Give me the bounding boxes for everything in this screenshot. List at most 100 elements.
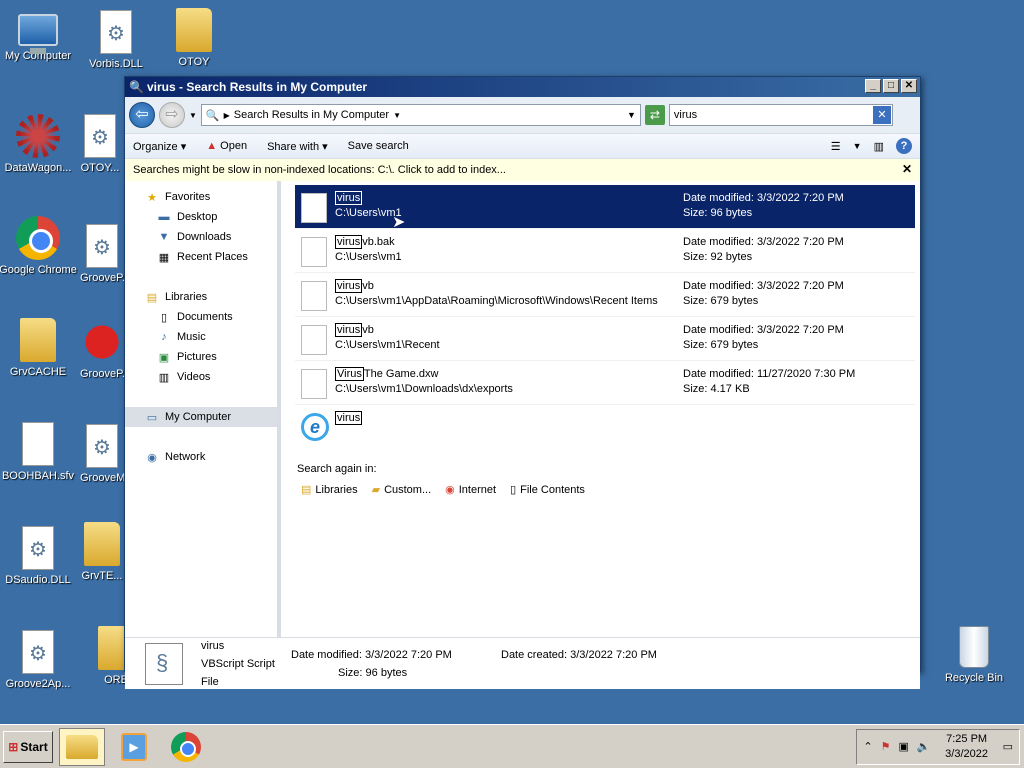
- clock[interactable]: 7:25 PM 3/3/2022: [939, 732, 995, 762]
- maximize-button[interactable]: □: [883, 79, 899, 93]
- search-again-internet[interactable]: ◉ Internet: [445, 483, 496, 497]
- breadcrumb-arrow-icon[interactable]: ▶: [224, 111, 230, 120]
- save-search-button[interactable]: Save search: [348, 140, 409, 152]
- desktop-icon-grvcache[interactable]: GrvCACHE: [0, 318, 78, 378]
- search-icon: 🔍: [205, 109, 220, 122]
- desktop-icon-label: BOOHBAH.sfv: [1, 470, 75, 482]
- clear-search-button[interactable]: ✕: [872, 106, 891, 124]
- desktop-icon-label: Google Chrome: [0, 264, 77, 276]
- back-button[interactable]: ⇦: [129, 102, 155, 128]
- desktop-icon-grvte[interactable]: GrvTE...: [80, 522, 124, 582]
- desktop-icon-label: GrooveP...: [80, 272, 124, 284]
- result-row[interactable]: virus C:\Users\vm1 Date modified: 3/3/20…: [295, 185, 915, 229]
- nav-music[interactable]: ♪ Music: [125, 327, 277, 347]
- show-desktop-icon[interactable]: ▭: [1003, 740, 1013, 753]
- result-date: Date modified: 3/3/2022 7:20 PM: [683, 324, 844, 336]
- desktop-icon-dsaudio-dll[interactable]: DSaudio.DLL: [0, 526, 78, 586]
- desktop-icon-label: OTOY: [178, 56, 210, 68]
- taskbar-chrome-button[interactable]: [163, 728, 209, 766]
- libraries-icon: ▤: [301, 484, 312, 496]
- search-again-file-contents[interactable]: ▯ File Contents: [510, 483, 585, 497]
- desktop-icon-groovem[interactable]: GrooveM...: [80, 424, 124, 484]
- volume-icon[interactable]: 🔈: [917, 740, 931, 753]
- index-info-bar[interactable]: Searches might be slow in non-indexed lo…: [125, 159, 920, 181]
- preview-pane-icon[interactable]: ▥: [874, 140, 884, 153]
- taskbar-explorer-button[interactable]: [59, 727, 105, 766]
- network-icon[interactable]: ▣: [898, 740, 908, 753]
- nav-pictures[interactable]: ▣ Pictures: [125, 347, 277, 367]
- desktop-icon-google-chrome[interactable]: Google Chrome: [0, 216, 78, 276]
- result-row[interactable]: Virus The Game.dxw C:\Users\vm1\Downloads…: [295, 361, 915, 405]
- help-icon[interactable]: ?: [896, 138, 912, 154]
- nav-label: Videos: [177, 371, 211, 383]
- refresh-button[interactable]: ⇄: [644, 105, 665, 125]
- desktop-icon-boohbah[interactable]: BOOHBAH.sfv: [0, 422, 78, 482]
- desktop-icon-label: GrooveM...: [80, 472, 124, 484]
- address-bar[interactable]: 🔍 ▶ Search Results in My Computer ▼ ▼: [200, 104, 641, 126]
- desktop-icon-datawagon[interactable]: DataWagon...: [0, 114, 78, 174]
- search-box[interactable]: ✕: [668, 104, 893, 126]
- result-row[interactable]: virus vb.bak C:\Users\vm1 Date modified: …: [295, 229, 915, 273]
- desktop-icon-groovep-2[interactable]: GrooveP...: [80, 320, 124, 380]
- desktop-icon-label: GrvTE...: [81, 570, 123, 582]
- result-row[interactable]: virus vb C:\Users\vm1\Recent Date modifie…: [295, 317, 915, 361]
- title-bar[interactable]: 🔍 virus - Search Results in My Computer …: [125, 77, 920, 97]
- taskbar-media-player-button[interactable]: ▶: [111, 728, 157, 766]
- result-name-match: virus: [335, 323, 363, 337]
- nav-desktop[interactable]: ▬ Desktop: [125, 207, 277, 227]
- desktop-icon-otoy[interactable]: OTOY: [154, 8, 234, 68]
- result-date: Date modified: 11/27/2020 7:30 PM: [683, 368, 856, 380]
- show-hidden-icons-icon[interactable]: ⌃: [863, 740, 872, 753]
- forward-button[interactable]: ⇨: [159, 102, 185, 128]
- result-name-rest: vb: [362, 280, 374, 292]
- back-arrow-icon: ⇦: [135, 106, 149, 123]
- start-button[interactable]: ⊞ Start: [3, 730, 53, 763]
- nav-libraries[interactable]: ▤ Libraries: [125, 287, 277, 307]
- view-options-icon[interactable]: ☰: [831, 140, 841, 153]
- desktop-icon-vorbis-dll[interactable]: Vorbis.DLL: [76, 10, 156, 70]
- result-name-match: Virus: [335, 367, 364, 381]
- window-title: virus - Search Results in My Computer: [147, 80, 368, 94]
- view-dropdown-icon[interactable]: ▼: [853, 141, 862, 151]
- result-row[interactable]: virus vb C:\Users\vm1\AppData\Roaming\Mic…: [295, 273, 915, 317]
- organize-button[interactable]: Organize ▾: [133, 140, 186, 153]
- history-dropdown-icon[interactable]: ▼: [189, 111, 197, 120]
- nav-favorites[interactable]: ★ Favorites: [125, 187, 277, 207]
- desktop-icon-my-computer[interactable]: My Computer: [0, 8, 78, 62]
- details-date-modified: 3/3/2022 7:20 PM: [365, 648, 452, 661]
- nav-videos[interactable]: ▥ Videos: [125, 367, 277, 387]
- desktop-icon-label: Vorbis.DLL: [89, 58, 143, 70]
- action-center-icon[interactable]: ⚑: [881, 740, 891, 753]
- dll-file-icon: [100, 10, 132, 54]
- nav-documents[interactable]: ▯ Documents: [125, 307, 277, 327]
- search-input[interactable]: [669, 109, 873, 121]
- internet-explorer-icon: e: [301, 413, 329, 441]
- result-row[interactable]: e virus: [295, 405, 915, 449]
- desktop-icon-label: OTOY...: [80, 162, 120, 174]
- nav-my-computer[interactable]: ▭ My Computer: [125, 407, 277, 427]
- folder-icon: [176, 8, 212, 52]
- desktop-icon-groovep[interactable]: GrooveP...: [80, 224, 124, 284]
- address-bar-row: ⇦ ⇨ ▼ 🔍 ▶ Search Results in My Computer …: [125, 97, 920, 133]
- close-icon[interactable]: ✕: [902, 162, 912, 176]
- system-tray: ⌃ ⚑ ▣ 🔈 7:25 PM 3/3/2022 ▭: [856, 728, 1020, 765]
- folder-icon: [66, 734, 98, 759]
- share-with-button[interactable]: Share with ▾: [267, 140, 328, 153]
- breadcrumb[interactable]: Search Results in My Computer: [234, 109, 389, 121]
- close-button[interactable]: ✕: [901, 79, 917, 93]
- nav-network[interactable]: ◉ Network: [125, 447, 277, 467]
- file-contents-icon: ▯: [510, 484, 517, 496]
- address-dropdown-icon[interactable]: ▼: [627, 110, 636, 120]
- chrome-icon: ◉: [445, 484, 455, 496]
- open-button[interactable]: ▲ Open: [206, 140, 247, 152]
- nav-downloads[interactable]: ▼ Downloads: [125, 227, 277, 247]
- search-again-libraries[interactable]: ▤ Libraries: [301, 483, 358, 497]
- minimize-button[interactable]: _: [865, 79, 881, 93]
- desktop-icon-otoy-2[interactable]: OTOY...: [76, 114, 124, 174]
- details-file-type: VBScript Script File: [201, 657, 275, 688]
- nav-recent-places[interactable]: ▦ Recent Places: [125, 247, 277, 267]
- breadcrumb-dropdown-icon[interactable]: ▼: [393, 111, 401, 120]
- search-again-custom[interactable]: ▰ Custom...: [372, 483, 432, 497]
- desktop-icon-groove2ap[interactable]: Groove2Ap...: [0, 630, 78, 690]
- desktop-icon-recycle-bin[interactable]: Recycle Bin: [934, 626, 1014, 684]
